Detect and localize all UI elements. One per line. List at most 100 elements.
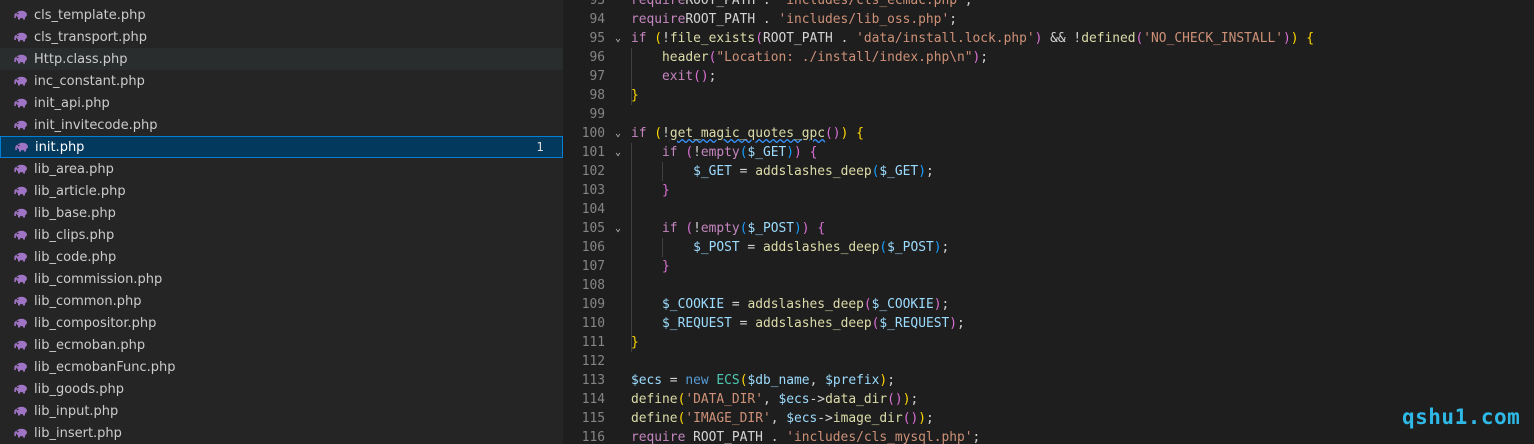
problem-count-badge: 1 — [536, 140, 544, 154]
elephant-php-icon — [14, 274, 27, 284]
fold-chevron-icon[interactable]: ⌄ — [615, 29, 625, 48]
file-item[interactable]: lib_code.php — [0, 246, 563, 268]
code-token: ROOT_PATH . — [685, 0, 779, 8]
file-item[interactable]: lib_insert.php — [0, 422, 563, 444]
code-token: ECS — [716, 373, 740, 388]
code-token: file_exists — [669, 31, 756, 46]
file-name: lib_ecmoban.php — [34, 337, 146, 353]
code-token: addslashes_deep — [747, 297, 864, 312]
code-text: if (!empty($_GET)) { — [631, 143, 817, 162]
code-token: () — [902, 411, 919, 426]
line-number: 106 — [581, 240, 605, 255]
file-name: lib_input.php — [34, 403, 119, 419]
file-item[interactable]: lib_ecmobanFunc.php — [0, 356, 563, 378]
code-line[interactable]: 104 — [563, 200, 1534, 219]
code-line[interactable]: 102 $_GET = addslashes_deep($_GET); — [563, 162, 1534, 181]
code-text: $_GET = addslashes_deep($_GET); — [631, 162, 934, 181]
code-line[interactable]: 95 ⌄ if (!file_exists(ROOT_PATH . 'data/in… — [563, 29, 1534, 48]
code-token: ) — [918, 164, 926, 179]
file-item[interactable]: lib_commission.php — [0, 268, 563, 290]
code-token: $db_name — [747, 373, 810, 388]
code-text: } — [631, 257, 670, 276]
file-item[interactable]: Http.class.php — [0, 48, 563, 70]
indent-guide — [662, 238, 664, 257]
code-token: ) — [918, 411, 926, 426]
code-line[interactable]: 105 ⌄ if (!empty($_POST)) { — [563, 219, 1534, 238]
code-token: } — [662, 183, 670, 198]
file-item[interactable]: lib_base.php — [0, 202, 563, 224]
code-text: requireROOT_PATH . 'includes/cls_ecmac.p… — [631, 0, 973, 10]
file-item[interactable]: lib_goods.php — [0, 378, 563, 400]
line-number: 101 — [581, 145, 605, 160]
code-line[interactable]: 113 $ecs = new ECS($db_name, $prefix); — [563, 371, 1534, 390]
file-item[interactable]: init_invitecode.php — [0, 114, 563, 136]
code-token: { — [817, 221, 826, 236]
code-line[interactable]: 116 require ROOT_PATH . 'includes/cls_mys… — [563, 428, 1534, 444]
code-line[interactable]: 99 — [563, 105, 1534, 124]
code-line[interactable]: 94 requireROOT_PATH . 'includes/lib_oss.p… — [563, 10, 1534, 29]
code-line[interactable]: 109 $_COOKIE = addslashes_deep($_COOKIE)… — [563, 295, 1534, 314]
code-token: 'data/install.lock.php' — [856, 31, 1035, 46]
code-token: addslashes_deep — [762, 240, 880, 255]
code-line[interactable]: 101 ⌄ if (!empty($_GET)) { — [563, 143, 1534, 162]
code-line[interactable]: 110 $_REQUEST = addslashes_deep($_REQUES… — [563, 314, 1534, 333]
code-token: ; — [910, 392, 919, 407]
file-item[interactable]: lib_common.php — [0, 290, 563, 312]
elephant-php-icon — [14, 186, 27, 196]
code-token: ; — [957, 316, 965, 331]
file-name: lib_base.php — [34, 205, 116, 221]
code-token: -> — [817, 411, 833, 426]
code-token: , — [770, 411, 787, 426]
code-line[interactable]: 106 $_POST = addslashes_deep($_POST); — [563, 238, 1534, 257]
code-token: require — [631, 0, 686, 8]
code-token: ! — [662, 126, 670, 141]
code-token: require — [631, 430, 686, 444]
elephant-php-icon — [14, 164, 27, 174]
elephant-php-icon — [14, 362, 27, 372]
code-token: ; — [949, 12, 957, 27]
code-line[interactable]: 97 exit(); — [563, 67, 1534, 86]
code-line[interactable]: 108 — [563, 276, 1534, 295]
code-editor[interactable]: 93 requireROOT_PATH . 'includes/cls_ecmac… — [563, 0, 1534, 444]
code-token: ) — [801, 221, 810, 236]
elephant-php-icon — [14, 76, 27, 86]
code-token: } — [631, 335, 639, 350]
code-line[interactable]: 107 } — [563, 257, 1534, 276]
file-item[interactable]: lib_compositor.php — [0, 312, 563, 334]
file-item[interactable]: lib_input.php — [0, 400, 563, 422]
code-token: ( — [879, 240, 888, 255]
code-line[interactable]: 114 define('DATA_DIR', $ecs->data_dir()); — [563, 390, 1534, 409]
code-token: data_dir — [825, 392, 888, 407]
file-item[interactable]: lib_clips.php — [0, 224, 563, 246]
code-text: } — [631, 181, 670, 200]
file-name: lib_clips.php — [34, 227, 115, 243]
fold-chevron-icon[interactable]: ⌄ — [615, 124, 625, 143]
file-item[interactable]: lib_article.php — [0, 180, 563, 202]
code-token: = — [739, 240, 763, 255]
code-line[interactable]: 98} — [563, 86, 1534, 105]
elephant-php-icon — [14, 296, 27, 306]
file-item[interactable]: lib_area.php — [0, 158, 563, 180]
file-item[interactable]: init_api.php — [0, 92, 563, 114]
code-line[interactable]: 111} — [563, 333, 1534, 352]
file-item[interactable]: cls_transport.php — [0, 26, 563, 48]
code-token: ; — [925, 164, 934, 179]
code-line[interactable]: 115 define('IMAGE_DIR', $ecs->image_dir()… — [563, 409, 1534, 428]
elephant-php-icon — [14, 406, 27, 416]
fold-chevron-icon[interactable]: ⌄ — [615, 219, 625, 238]
file-item[interactable]: inc_constant.php — [0, 70, 563, 92]
file-item[interactable]: cls_template.php — [0, 4, 563, 26]
file-item[interactable]: init.php 1 — [0, 136, 563, 158]
code-token: ; — [972, 430, 981, 444]
code-line[interactable]: 112 — [563, 352, 1534, 371]
fold-chevron-icon[interactable]: ⌄ — [615, 143, 625, 162]
code-text: define('IMAGE_DIR', $ecs->image_dir()); — [631, 409, 934, 428]
code-line[interactable]: 100 ⌄ if (!get_magic_quotes_gpc()) { — [563, 124, 1534, 143]
line-number: 113 — [581, 373, 605, 388]
code-line[interactable]: 96 header("Location: ./install/index.php… — [563, 48, 1534, 67]
code-token: ( — [685, 221, 694, 236]
code-line[interactable]: 103 } — [563, 181, 1534, 200]
file-item[interactable]: lib_ecmoban.php — [0, 334, 563, 356]
code-line[interactable]: 93 requireROOT_PATH . 'includes/cls_ecmac… — [563, 0, 1534, 10]
